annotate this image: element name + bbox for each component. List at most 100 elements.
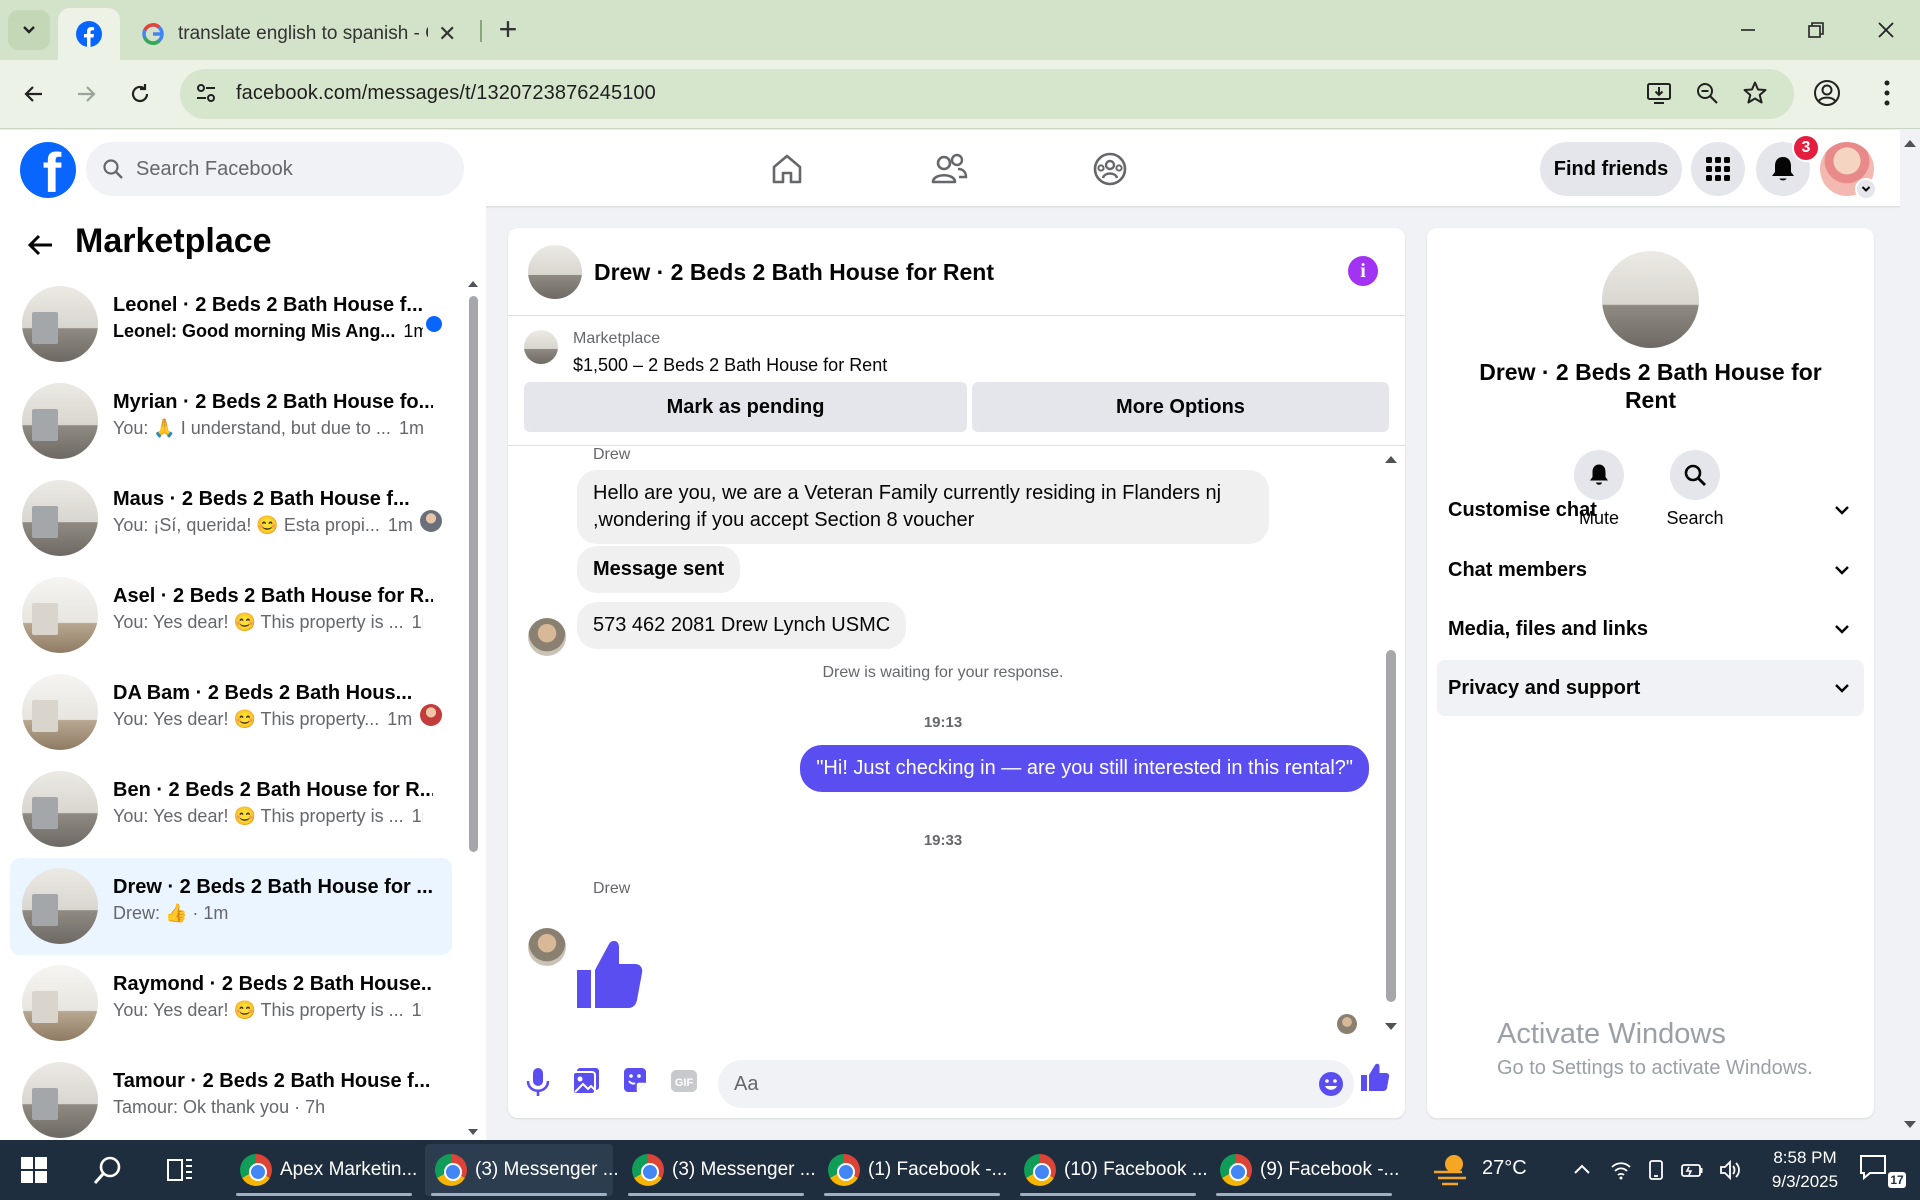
- nav-groups[interactable]: [1075, 142, 1145, 196]
- system-clock[interactable]: 8:58 PM 9/3/2025: [1760, 1146, 1850, 1194]
- task-view-button[interactable]: [160, 1150, 200, 1190]
- info-icon[interactable]: i: [1348, 256, 1378, 286]
- thumbs-up-icon[interactable]: [575, 938, 643, 1010]
- scrollbar-thumb[interactable]: [469, 296, 478, 852]
- message-timestamp: 19:13: [923, 714, 963, 731]
- incoming-message[interactable]: Hello are you, we are a Veteran Family c…: [577, 470, 1269, 544]
- conversation-item[interactable]: Drew · 2 Beds 2 Bath House for ... Drew: …: [10, 858, 452, 955]
- arrow-right-icon: [78, 86, 96, 102]
- reload-button[interactable]: [118, 72, 162, 116]
- message-input-container[interactable]: [718, 1060, 1354, 1108]
- install-app-icon[interactable]: [1646, 80, 1672, 106]
- incoming-message[interactable]: 573 462 2081 Drew Lynch USMC: [577, 602, 907, 649]
- new-tab-button[interactable]: +: [490, 12, 526, 48]
- taskbar-app-button[interactable]: Apex Marketin...: [230, 1144, 418, 1196]
- search-button[interactable]: [88, 1150, 128, 1190]
- chat-profile-avatar[interactable]: [1602, 251, 1699, 348]
- chat-title[interactable]: Drew · 2 Beds 2 Bath House for Rent: [594, 259, 994, 286]
- notification-center-icon[interactable]: [1858, 1152, 1888, 1182]
- restore-button[interactable]: [1788, 8, 1844, 52]
- zoom-icon[interactable]: [1694, 80, 1720, 106]
- taskbar-app-button[interactable]: (9) Facebook -...: [1210, 1144, 1399, 1196]
- taskbar-app-button[interactable]: (1) Facebook -...: [818, 1144, 1007, 1196]
- running-indicator: [431, 1193, 607, 1196]
- account-caret[interactable]: [1855, 178, 1877, 200]
- weather-widget[interactable]: 27°C: [1432, 1150, 1527, 1186]
- message-input[interactable]: [734, 1060, 1294, 1108]
- conversation-item[interactable]: Asel · 2 Beds 2 Bath House for R... You: …: [10, 567, 452, 664]
- conversation-item[interactable]: Maus · 2 Beds 2 Bath House f... You: ¡Sí,…: [10, 470, 452, 567]
- battery-icon[interactable]: [1680, 1159, 1704, 1181]
- clock-time: 8:58 PM: [1773, 1148, 1837, 1167]
- volume-icon[interactable]: [1718, 1159, 1742, 1181]
- taskbar-app-label: (10) Facebook ...: [1064, 1159, 1208, 1180]
- sender-avatar[interactable]: [528, 928, 566, 966]
- mark-as-pending-button[interactable]: Mark as pending: [524, 382, 967, 432]
- conversation-item[interactable]: Raymond · 2 Beds 2 Bath House... You: Yes…: [10, 955, 452, 1052]
- sender-avatar[interactable]: [528, 618, 566, 656]
- address-bar[interactable]: facebook.com/messages/t/1320723876245100: [180, 69, 1794, 119]
- microphone-icon[interactable]: [524, 1066, 552, 1098]
- scrollbar-thumb[interactable]: [1386, 650, 1396, 1002]
- conversation-item[interactable]: Myrian · 2 Beds 2 Bath House fo... You: 🙏…: [10, 373, 452, 470]
- scroll-down-icon[interactable]: [467, 1128, 479, 1138]
- listing-title[interactable]: $1,500 – 2 Beds 2 Bath House for Rent: [573, 355, 887, 376]
- conversation-scrollbar[interactable]: [466, 278, 478, 1138]
- find-friends-button[interactable]: Find friends: [1540, 142, 1682, 196]
- sticker-icon[interactable]: [620, 1066, 650, 1096]
- tab-search-button[interactable]: [8, 10, 50, 50]
- menu-button[interactable]: [1691, 142, 1745, 196]
- thumbs-up-icon[interactable]: [1360, 1062, 1390, 1092]
- scroll-down-icon[interactable]: [1903, 1120, 1917, 1130]
- start-button[interactable]: [14, 1150, 54, 1190]
- incoming-message[interactable]: Message sent: [577, 546, 741, 593]
- forward-button[interactable]: [64, 72, 108, 116]
- conversation-item[interactable]: DA Bam · 2 Beds 2 Bath Hous... You: Yes d…: [10, 664, 452, 761]
- conversation-item[interactable]: Ben · 2 Beds 2 Bath House for R... You: Y…: [10, 761, 452, 858]
- browser-tab-google-translate[interactable]: translate english to spanish - Go ✕: [128, 8, 473, 60]
- back-button[interactable]: [12, 72, 56, 116]
- photo-gallery-icon[interactable]: [571, 1066, 601, 1096]
- more-options-button[interactable]: More Options: [972, 382, 1389, 432]
- scroll-down-icon[interactable]: [1384, 1022, 1398, 1032]
- more-vert-icon[interactable]: [1874, 76, 1900, 110]
- nav-friends[interactable]: [914, 142, 984, 196]
- site-settings-icon[interactable]: [194, 81, 218, 105]
- emoji-icon[interactable]: [1318, 1071, 1344, 1097]
- outgoing-message[interactable]: "Hi! Just checking in — are you still in…: [800, 745, 1369, 792]
- back-arrow-icon[interactable]: [26, 230, 56, 260]
- info-section-row[interactable]: Customise chat: [1437, 482, 1864, 538]
- facebook-search[interactable]: [86, 142, 464, 196]
- scroll-up-icon[interactable]: [467, 278, 479, 288]
- profile-icon[interactable]: [1812, 78, 1842, 108]
- conversation-item[interactable]: Leonel · 2 Beds 2 Bath House f... Leonel:…: [10, 276, 452, 373]
- gif-icon[interactable]: GIF: [669, 1066, 699, 1096]
- facebook-logo[interactable]: f: [20, 142, 76, 198]
- browser-tab-facebook[interactable]: [58, 8, 120, 60]
- conversation-name: Drew · 2 Beds 2 Bath House for ...: [113, 876, 433, 898]
- facebook-search-input[interactable]: [136, 157, 456, 181]
- running-indicator: [1020, 1193, 1196, 1196]
- minimize-button[interactable]: [1720, 8, 1776, 52]
- info-section-row[interactable]: Media, files and links: [1437, 601, 1864, 657]
- taskbar-app-button[interactable]: (3) Messenger ...: [622, 1144, 816, 1196]
- scroll-up-icon[interactable]: [1903, 138, 1917, 148]
- chat-scrollbar[interactable]: [1384, 454, 1398, 1032]
- close-window-button[interactable]: [1858, 8, 1914, 52]
- info-section-row[interactable]: Privacy and support: [1437, 660, 1864, 716]
- info-section-row[interactable]: Chat members: [1437, 542, 1864, 598]
- chat-avatar[interactable]: [528, 245, 582, 299]
- conversation-preview: You: 🙏 I understand, but due to ... 1m: [113, 418, 423, 439]
- bookmark-star-icon[interactable]: [1742, 80, 1768, 106]
- scroll-up-icon[interactable]: [1384, 454, 1398, 464]
- phone-link-icon[interactable]: [1646, 1159, 1666, 1181]
- wifi-icon[interactable]: [1610, 1159, 1632, 1181]
- taskbar-app-button[interactable]: (3) Messenger ...: [425, 1144, 619, 1196]
- taskbar-app-button[interactable]: (10) Facebook ...: [1014, 1144, 1208, 1196]
- conversation-item[interactable]: Tamour · 2 Beds 2 Bath House f... Tamour:…: [10, 1052, 452, 1140]
- nav-home[interactable]: [752, 142, 822, 196]
- close-tab-icon[interactable]: ✕: [438, 21, 456, 47]
- page-scrollbar[interactable]: [1900, 130, 1920, 1140]
- listing-thumbnail[interactable]: [524, 330, 558, 364]
- chevron-up-icon[interactable]: [1572, 1160, 1592, 1180]
